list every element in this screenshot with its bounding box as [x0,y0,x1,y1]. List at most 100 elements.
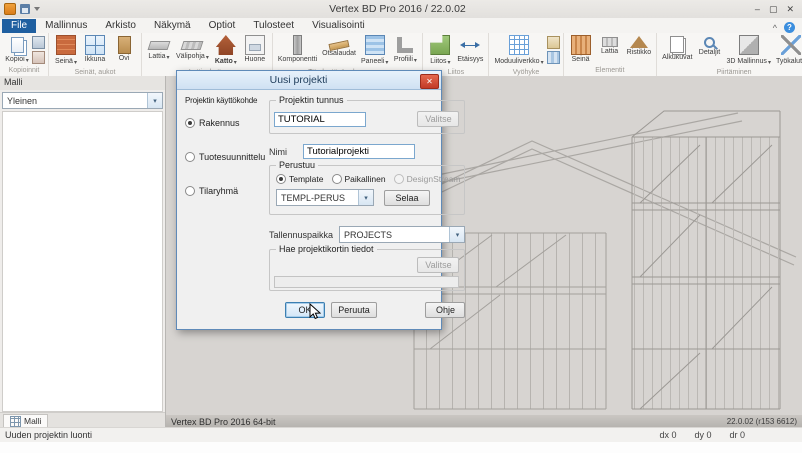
radio-selected-icon [276,174,286,184]
project-card-group: Hae projektikortin tiedot Valitse [269,249,465,291]
ribbon-item-otsalaudat[interactable]: Otsalaudat [320,34,358,58]
ribbon-item-elementti-lattia[interactable]: Lattia [596,34,624,56]
project-id-group-label: Projektin tunnus [276,95,347,105]
save-icon[interactable] [20,4,30,14]
dialog-body: Projektin käyttökohde Rakennus Tuotesuun… [177,90,441,329]
dropdown-caret-icon [73,56,77,67]
title-bar: Vertex BD Pro 2016 / 22.0.02 – ▢ ✕ [0,0,802,19]
template-dropdown-value: TEMPL-PERUS [277,193,358,203]
sidebar-tab-malli[interactable]: Malli [3,414,48,428]
project-name-input[interactable] [303,144,415,159]
ribbon-item-huone[interactable]: Huone [241,34,269,64]
dialog-close-button[interactable]: ✕ [420,74,439,89]
radio-icon [394,174,404,184]
ribbon-group-label: Kopioinnit [3,66,45,76]
ribbon-item-alkukuvat[interactable]: Alkukuvat [660,34,694,62]
save-location-dropdown[interactable]: PROJECTS [339,226,465,243]
radio-tilaryhma[interactable]: Tilaryhmä [185,186,263,196]
zone-extra-tools [547,34,560,64]
tab-nakyma[interactable]: Näkymä [145,19,200,33]
project-card-input[interactable] [274,276,459,288]
tab-tulosteet[interactable]: Tulosteet [244,19,303,33]
template-dropdown[interactable]: TEMPL-PERUS [276,189,374,206]
ribbon-tab-bar: File Mallinnus Arkisto Näkymä Optiot Tul… [0,18,802,33]
ribbon-item-profiili[interactable]: Profiili [391,34,419,66]
usage-label: Projektin käyttökohde [185,96,263,105]
cancel-button[interactable]: Peruuta [331,302,377,318]
tab-file[interactable]: File [2,19,36,33]
minimize-button[interactable]: – [755,4,760,15]
tab-optiot[interactable]: Optiot [200,19,245,33]
project-card-group-label: Hae projektikortin tiedot [276,244,377,254]
tab-visualisointi[interactable]: Visualisointi [303,19,374,33]
quick-access-toolbar [4,3,40,15]
room-icon [245,35,265,55]
panel-icon [365,35,385,55]
dialog-title-bar[interactable]: Uusi projekti ✕ [177,71,441,90]
version-info: 22.0.02 (r153 6612) [727,417,797,426]
dropdown-caret-icon [447,56,451,67]
ribbon-item-etaisyys[interactable]: Etäisyys [455,34,485,64]
ribbon-item-seina[interactable]: Seinä [52,34,80,68]
bottom-strip [0,442,802,453]
ribbon-item-kopioi[interactable]: Kopioi [3,34,31,66]
ribbon-item-moduuliverkko[interactable]: Moduuliverkko [492,34,545,68]
rotate-icon[interactable] [32,51,45,64]
strip-icon[interactable] [547,51,560,64]
ribbon-collapse-icon[interactable]: ^ [773,23,777,33]
dialog-buttons-row: OK Peruuta Ohje [269,302,465,318]
roof-icon [216,35,236,55]
ribbon-item-ristikko[interactable]: Ristikko [625,34,654,57]
ribbon-item-tyokalut[interactable]: Työkalut [774,34,802,68]
move-icon[interactable] [32,36,45,49]
radio-tuotesuunnittelu[interactable]: Tuotesuunnittelu [185,152,263,162]
radio-paikallinen[interactable]: Paikallinen [332,174,386,184]
profile-icon [397,37,413,53]
joint-icon [430,35,450,55]
based-on-group-label: Perustuu [276,160,318,170]
dropdown-caret-icon [205,51,209,62]
radio-label: Template [289,174,324,184]
ribbon-item-elementti-seina[interactable]: Seinä [567,34,595,64]
element-wall-icon [571,35,591,55]
browse-button[interactable]: Selaa [384,190,430,206]
model-selector-dropdown[interactable]: Yleinen [2,92,163,109]
app-logo-icon [4,3,16,15]
radio-template[interactable]: Template [276,174,324,184]
ribbon-item-lattia[interactable]: Lattia [145,34,173,63]
floor-icon [148,41,171,50]
ribbon-item-komponentti[interactable]: Komponentti [276,34,319,64]
ribbon-item-ovi[interactable]: Ovi [110,34,138,63]
element-floor-icon [602,37,618,47]
maximize-button[interactable]: ▢ [769,4,778,15]
help-button[interactable]: Ohje [425,302,465,318]
help-icon[interactable]: ? [784,22,795,33]
app-info-text: Vertex BD Pro 2016 64-bit [171,417,276,427]
radio-label: Paikallinen [345,174,386,184]
project-card-select-button[interactable]: Valitse [417,257,459,273]
ribbon-group-seinat-aukot: Seinä Ikkuna Ovi Seinät, aukot [49,33,142,76]
tab-mallinnus[interactable]: Mallinnus [36,19,96,33]
ribbon-item-katto[interactable]: Katto [212,34,240,68]
radio-rakennus[interactable]: Rakennus [185,118,263,128]
radio-label: Rakennus [199,118,240,128]
model-tree-panel[interactable] [2,111,163,412]
ribbon-item-valipohja[interactable]: Välipohja [174,34,211,63]
ribbon-item-liitos[interactable]: Liitos [426,34,454,68]
ribbon-item-3d-mallinnus[interactable]: 3D Mallinnus [724,34,772,68]
cube-icon [739,35,759,55]
close-button[interactable]: ✕ [786,4,794,15]
tab-arkisto[interactable]: Arkisto [96,19,145,33]
ribbon-item-ikkuna[interactable]: Ikkuna [81,34,109,64]
save-location-value: PROJECTS [340,230,449,240]
model-tab-icon [10,416,21,427]
radio-label: Tuotesuunnittelu [199,152,265,162]
project-id-input[interactable] [274,112,366,127]
ribbon-item-paneeli[interactable]: Paneeli [359,34,390,68]
zone-icon[interactable] [547,36,560,49]
dialog-title: Uusi projekti [177,74,420,86]
ribbon-item-detaljit[interactable]: Detaljit [695,34,723,57]
tabbar-right-controls: ^ ? [773,22,800,33]
project-id-select-button[interactable]: Valitse [417,111,459,127]
radio-designstream[interactable]: DesignStream [394,174,461,184]
